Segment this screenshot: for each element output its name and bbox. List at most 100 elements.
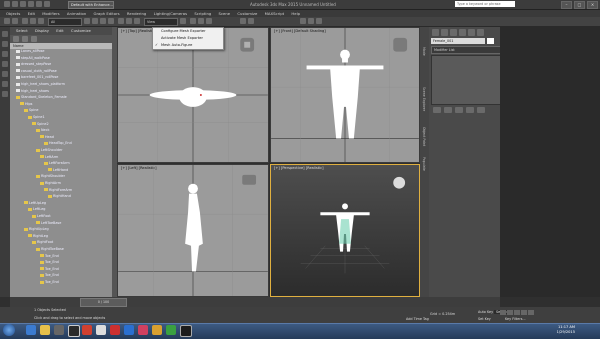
helpers-icon[interactable] <box>2 81 8 87</box>
side-tab-populate[interactable]: Populate <box>422 157 426 171</box>
modifier-list-dropdown[interactable]: Modifier List <box>431 46 501 54</box>
menu-customize[interactable]: Customize <box>237 10 257 17</box>
tree-item[interactable]: casual_cloth_rollPose <box>16 69 57 74</box>
tree-item[interactable]: Toe_End <box>40 280 59 285</box>
workspace-dropdown[interactable]: Default with Enhance... <box>68 1 114 9</box>
tree-item[interactable]: RightShoulder <box>36 174 65 179</box>
motion-tab-icon[interactable] <box>459 29 466 36</box>
rect-select-icon[interactable] <box>100 18 106 24</box>
display-tab-icon[interactable] <box>468 29 475 36</box>
menu-edit[interactable]: Edit <box>28 10 35 17</box>
tree-item[interactable]: RightToeBase <box>36 247 64 252</box>
link-icon[interactable] <box>22 18 28 24</box>
configure-sets-icon[interactable] <box>477 107 485 113</box>
side-tab-mode[interactable]: Mode <box>422 47 426 56</box>
snap-icon[interactable] <box>190 18 196 24</box>
redo-icon[interactable] <box>12 18 18 24</box>
create-tab-icon[interactable] <box>432 29 439 36</box>
tree-item[interactable]: RightForeArm <box>44 188 72 193</box>
access-icon[interactable] <box>138 325 148 335</box>
menu-item-activate[interactable]: Activate Mesh Exporter <box>153 35 223 42</box>
percent-snap-icon[interactable] <box>206 18 212 24</box>
auto-key-button[interactable]: Auto Key <box>478 310 493 314</box>
notepad-icon[interactable] <box>96 325 106 335</box>
bind-icon[interactable] <box>38 18 44 24</box>
tree-item[interactable]: LeftToeBase <box>36 221 61 226</box>
tree-item[interactable]: barefeet_001_rollPose <box>16 75 58 80</box>
material-editor-icon[interactable] <box>300 18 306 24</box>
tree-item[interactable]: Standard_Skeleton_Female <box>16 95 67 100</box>
undo-icon[interactable] <box>4 18 10 24</box>
tree-item[interactable]: Toe_End <box>40 254 59 259</box>
utilities-tab-icon[interactable] <box>477 29 484 36</box>
app-icon[interactable] <box>68 325 80 337</box>
explorer-icon[interactable] <box>40 325 50 335</box>
menu-lighting[interactable]: Lighting/Cameras <box>154 10 188 17</box>
remove-modifier-icon[interactable] <box>466 107 474 113</box>
tree-item[interactable]: Hips <box>20 102 32 107</box>
tree-item[interactable]: LeftHand <box>48 168 68 173</box>
tree-item[interactable]: high_heel_shoes_platform <box>16 82 65 87</box>
render-icon[interactable] <box>316 18 322 24</box>
tree-item[interactable]: Lanes_allPose <box>16 49 44 54</box>
3dsmax-taskbar-icon[interactable] <box>180 325 192 337</box>
menu-maxscript[interactable]: MAXScript <box>265 10 285 17</box>
next-frame-icon[interactable] <box>521 310 527 315</box>
tree-item[interactable]: RightArm <box>40 181 61 186</box>
tree-item[interactable]: LeftFoot <box>32 214 51 219</box>
tree-item[interactable]: Spine1 <box>28 115 45 120</box>
minimize-button[interactable]: – <box>561 1 572 9</box>
tree-item[interactable]: LeftLeg <box>28 207 45 212</box>
reference-coord-dropdown[interactable]: View <box>144 18 178 26</box>
window-crossing-icon[interactable] <box>108 18 114 24</box>
front-viewport[interactable]: [+] [Front] [Default Shading] <box>270 27 420 163</box>
select-by-name-icon[interactable] <box>92 18 98 24</box>
menu-help[interactable]: Help <box>291 10 300 17</box>
open-icon[interactable] <box>20 1 26 7</box>
excel-icon[interactable] <box>166 325 176 335</box>
tree-item[interactable]: Spine <box>24 108 38 113</box>
tab-select[interactable]: Select <box>16 27 28 35</box>
close-button[interactable]: × <box>587 1 598 9</box>
tab-customize[interactable]: Customize <box>71 27 91 35</box>
object-name-field[interactable]: Female_001 <box>431 38 485 44</box>
search-input[interactable]: Type a keyword or phrase <box>455 1 515 7</box>
prev-frame-icon[interactable] <box>507 310 513 315</box>
undo-icon[interactable] <box>36 1 42 7</box>
goto-end-icon[interactable] <box>528 310 534 315</box>
tree-item[interactable]: Toe_End <box>40 273 59 278</box>
tree-item[interactable]: Head <box>40 135 54 140</box>
bones-icon[interactable] <box>2 91 8 97</box>
modifier-stack[interactable] <box>431 55 501 105</box>
rotate-icon[interactable] <box>126 18 132 24</box>
start-button-icon[interactable] <box>3 324 15 336</box>
render-setup-icon[interactable] <box>308 18 314 24</box>
tree-item[interactable]: stepAll_walkPose <box>16 56 50 61</box>
play-icon[interactable] <box>514 310 520 315</box>
tree-item[interactable]: LeftArm <box>40 155 58 160</box>
menu-graph-editors[interactable]: Graph Editors <box>94 10 120 17</box>
tree-item[interactable]: Spine2 <box>32 122 49 127</box>
tree-item[interactable]: Toe_End <box>40 260 59 265</box>
scale-icon[interactable] <box>134 18 140 24</box>
menu-rendering[interactable]: Rendering <box>127 10 146 17</box>
pin-stack-icon[interactable] <box>433 107 441 113</box>
tree-item[interactable]: dressed_stepPose <box>16 62 51 67</box>
filter-icon[interactable] <box>2 31 8 37</box>
ie-icon[interactable] <box>26 325 36 335</box>
menu-modifiers[interactable]: Modifiers <box>42 10 59 17</box>
redo-icon[interactable] <box>44 1 50 7</box>
menu-animation[interactable]: Animation <box>67 10 86 17</box>
align-icon[interactable] <box>248 18 254 24</box>
add-time-tag[interactable]: Add Time Tag <box>406 317 429 321</box>
pivot-icon[interactable] <box>180 18 186 24</box>
show-end-result-icon[interactable] <box>444 107 452 113</box>
find-icon[interactable] <box>13 36 19 42</box>
tree-item[interactable]: RightFoot <box>32 240 53 245</box>
key-filters-button[interactable]: Key Filters... <box>505 317 526 321</box>
tab-edit[interactable]: Edit <box>56 27 63 35</box>
tree-item[interactable]: LeftUpLeg <box>24 201 46 206</box>
tree-item[interactable]: HeadTop_End <box>44 141 72 146</box>
perspective-viewport[interactable]: [+] [Perspective] [Realistic] <box>270 164 420 297</box>
tree-item[interactable]: Neck <box>36 128 49 133</box>
